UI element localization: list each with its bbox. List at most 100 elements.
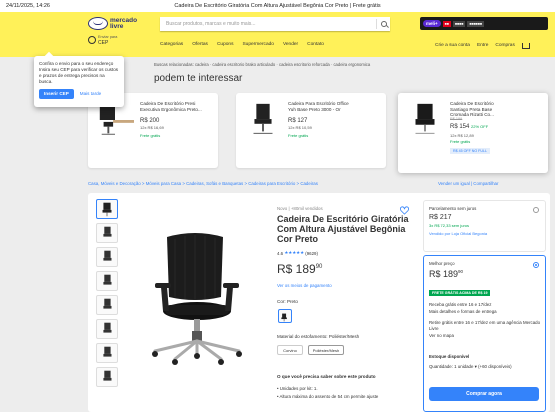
sell-share-links[interactable]: Vender um igual | Compartilhar xyxy=(438,181,498,186)
best-price-value: R$ 18990 xyxy=(429,269,540,279)
thumbnail-3[interactable] xyxy=(96,247,118,267)
shipping-details-link[interactable]: Mais detalhes e formas de entrega xyxy=(429,309,541,315)
chair-thumb-icon xyxy=(103,370,112,381)
installment-price: R$ 217 xyxy=(429,214,452,221)
map-link[interactable]: Ver no mapa xyxy=(429,333,541,339)
later-button[interactable]: Mais tarde xyxy=(80,91,101,97)
promo-box-1: ■■ xyxy=(442,20,451,27)
best-price-radio[interactable] xyxy=(533,262,539,268)
color-label: Cor: Preto xyxy=(277,299,298,304)
material-option-mesh[interactable]: Poliéster/Mesh xyxy=(308,345,344,355)
suggestions-title: podem te interessar xyxy=(154,73,243,84)
card-discount-badge: R$ 45 OFF NO FULL xyxy=(450,148,490,154)
quantity-selector[interactable]: Quantidade: 1 unidade ▾ (+60 disponíveis… xyxy=(429,364,541,370)
stock-label: Estoque disponível xyxy=(429,354,470,359)
search-button[interactable] xyxy=(376,19,390,29)
chair-image xyxy=(415,103,435,134)
card-price: R$ 154 22% OFF xyxy=(450,124,488,130)
category-breadcrumb[interactable]: Casa, Móveis e Decoração > Móveis para C… xyxy=(88,181,318,186)
search-input[interactable]: Buscar produtos, marcas e muito mais... xyxy=(160,17,390,31)
location-label: Enviar para xyxy=(98,35,118,39)
free-shipping-badge: FRETE GRÁTIS ACIMA DE R$ 19 xyxy=(429,290,491,296)
thumbnail-4[interactable] xyxy=(96,271,118,291)
chair-thumb-icon xyxy=(103,226,112,237)
rating-count: (9629) xyxy=(305,250,318,256)
chair-thumb-icon xyxy=(102,202,112,217)
login-link[interactable]: Entre xyxy=(477,43,488,48)
nav-vender[interactable]: Vender xyxy=(283,42,298,47)
location-selector[interactable]: Enviar para CEP xyxy=(88,35,148,49)
user-nav: Crie a sua conta Entre Compras xyxy=(428,42,530,49)
nav-contato[interactable]: Contato xyxy=(307,42,324,47)
meli-plus-badge: meli+ xyxy=(423,20,441,27)
installment-option[interactable]: Parcelamento sem juros R$ 217 3x R$ 72,3… xyxy=(423,200,546,252)
nav-cupons[interactable]: Cupons xyxy=(217,42,234,47)
product-title: Cadeira De Escritório Giratória Com Altu… xyxy=(277,214,409,244)
thumbnail-8[interactable] xyxy=(96,367,118,387)
chair-image xyxy=(253,103,273,134)
promo-banner[interactable]: meli+ ■■ ■■■■ ■■■■■■ xyxy=(420,17,548,30)
suggestion-card-3[interactable]: Cadeira De Escritório Santiago Preta Bas… xyxy=(398,93,548,173)
site-header: mercado livre Buscar produtos, marcas e … xyxy=(0,12,555,57)
product-rating[interactable]: 4.6 ★★★★★ (9629) xyxy=(277,250,318,256)
card-free-shipping: Frete grátis xyxy=(140,133,161,138)
best-price-amount: R$ 189 xyxy=(429,269,459,279)
price-cents: 90 xyxy=(315,264,323,270)
mercado-livre-logo[interactable]: mercado livre xyxy=(88,16,146,32)
thumbnail-2[interactable] xyxy=(96,223,118,243)
promo-box-3: ■■■■■■ xyxy=(467,20,485,27)
location-value: CEP xyxy=(98,40,109,46)
logo-text-2: livre xyxy=(110,23,124,30)
card-installments: 12x R$ 16,69 xyxy=(140,125,164,130)
card-price: R$ 200 xyxy=(140,118,160,124)
card-title: Cadeira De Escritório Santiago Preta Bas… xyxy=(450,101,494,117)
favorite-heart-icon[interactable] xyxy=(400,206,409,215)
card-title: Cadeira De Escritório Presi Executiva Er… xyxy=(140,101,202,112)
search-icon xyxy=(380,21,387,27)
thumbnail-1[interactable] xyxy=(96,199,118,219)
best-price-heading: Melhor preço xyxy=(429,261,455,266)
installment-sub: 3x R$ 72,33 sem juros xyxy=(429,223,470,228)
print-header: 24/11/2025, 14:26 Cadeira De Escritório … xyxy=(0,0,555,12)
installment-radio[interactable] xyxy=(533,207,539,213)
chair-thumb-icon xyxy=(103,322,112,333)
bullet-2: • Altura máxima do assento de 54 cm perm… xyxy=(277,394,379,399)
price-value: R$ 189 xyxy=(277,262,316,276)
nav-ofertas[interactable]: Ofertas xyxy=(192,42,208,47)
best-price-cents: 90 xyxy=(458,269,464,274)
pickup-line: Retire grátis entre 16 e 17/dez em uma a… xyxy=(429,320,541,331)
nav-categorias[interactable]: Categorias xyxy=(160,42,183,47)
card-installments: 12x R$ 12,89 xyxy=(450,133,474,138)
card-price: R$ 127 xyxy=(288,118,308,124)
card-old-price: R$ 199 xyxy=(450,117,463,121)
payment-methods-link[interactable]: Ver os meios de pagamento xyxy=(277,283,332,288)
chair-swatch-icon xyxy=(281,313,287,322)
card-free-shipping: Frete grátis xyxy=(450,139,471,144)
card-off: 22% OFF xyxy=(471,124,489,129)
cart-icon[interactable] xyxy=(521,43,530,49)
purchases-link[interactable]: Compras xyxy=(495,43,514,48)
best-price-option[interactable]: Melhor preço R$ 18990 FRETE GRÁTIS ACIMA… xyxy=(423,255,546,412)
create-account-link[interactable]: Crie a sua conta xyxy=(435,43,470,48)
promo-box-2: ■■■■ xyxy=(452,20,466,27)
thumbnail-5[interactable] xyxy=(96,295,118,315)
installment-seller: Vendido por Loja Oficial Begonia xyxy=(429,231,488,236)
popup-text: Confira o envio para o seu endereço Insi… xyxy=(39,61,119,84)
installment-heading: Parcelamento sem juros xyxy=(429,206,477,211)
shipping-line-1: Receba grátis entre 16 e 17/dez xyxy=(429,302,492,307)
product-main-image[interactable] xyxy=(125,227,265,367)
color-swatch-preto[interactable] xyxy=(278,309,292,323)
related-searches[interactable]: Buscas relacionadas: cadeira · cadeira e… xyxy=(154,62,370,67)
suggestion-card-2[interactable]: Cadeira Para Escritório Office Yuh Base … xyxy=(236,93,386,168)
buy-now-button[interactable]: Comprar agora xyxy=(429,387,539,401)
print-title: Cadeira De Escritório Giratória Com Altu… xyxy=(174,3,381,9)
nav-supermercado[interactable]: Supermercado xyxy=(242,42,273,47)
product-bullets: • Unidades por kit: 1. • Altura máxima d… xyxy=(277,385,378,401)
material-option-corvino[interactable]: Corvino xyxy=(277,345,303,355)
insert-cep-button[interactable]: Inserir CEP xyxy=(39,89,74,99)
thumbnail-6[interactable] xyxy=(96,319,118,339)
rating-value: 4.6 xyxy=(277,250,284,256)
thumbnail-7[interactable] xyxy=(96,343,118,363)
cep-popup: Confira o envio para o seu endereço Insi… xyxy=(34,51,124,107)
card-price-value: R$ 154 xyxy=(450,124,470,130)
